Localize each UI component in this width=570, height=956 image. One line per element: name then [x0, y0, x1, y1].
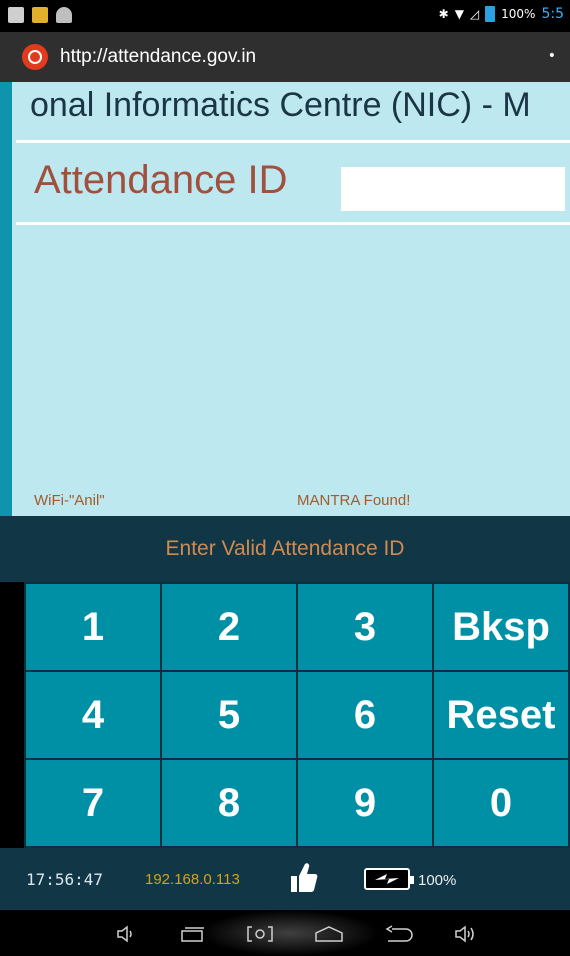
validation-message: Enter Valid Attendance ID: [165, 537, 405, 560]
browser-url-bar[interactable]: http://attendance.gov.in •: [0, 32, 570, 82]
key-3[interactable]: 3: [298, 584, 432, 670]
url-text[interactable]: http://attendance.gov.in: [60, 46, 256, 68]
navigation-bar: [0, 910, 570, 956]
key-7[interactable]: 7: [26, 760, 160, 846]
recent-apps-icon[interactable]: [180, 926, 206, 942]
message-bar: Enter Valid Attendance ID: [0, 516, 570, 582]
attendance-id-label: Attendance ID: [34, 158, 288, 202]
android-icon: [56, 7, 72, 23]
attendance-id-input[interactable]: [341, 167, 565, 211]
key-2[interactable]: 2: [162, 584, 296, 670]
signal-icon: ◿: [469, 7, 480, 21]
key-5[interactable]: 5: [162, 672, 296, 758]
gallery-icon: [8, 7, 24, 23]
bluetooth-icon: ✱: [438, 7, 449, 21]
key-9[interactable]: 9: [298, 760, 432, 846]
left-accent-strip: [0, 82, 12, 516]
notification-icons: [8, 7, 72, 23]
media-icon: [32, 7, 48, 23]
main-content: onal Informatics Centre (NIC) - M Attend…: [0, 82, 570, 516]
scrolling-title: onal Informatics Centre (NIC) - M: [30, 86, 531, 124]
system-icons: ✱ ▼ ◿ 100% 5:5: [439, 6, 564, 22]
clock: 17:56:47: [26, 870, 104, 889]
battery-icon: [485, 6, 496, 22]
back-icon[interactable]: [384, 925, 414, 943]
status-battery-percent: 100%: [501, 7, 536, 21]
browser-menu-icon[interactable]: •: [548, 48, 556, 64]
status-bar: ✱ ▼ ◿ 100% 5:5: [0, 0, 570, 32]
divider-top: [16, 140, 570, 143]
backspace-key[interactable]: Bksp: [434, 584, 568, 670]
reset-key[interactable]: Reset: [434, 672, 568, 758]
device-status: MANTRA Found!: [297, 492, 411, 509]
volume-down-icon[interactable]: [116, 925, 136, 943]
wifi-icon: ▼: [454, 7, 464, 21]
status-time: 5:5: [541, 6, 564, 22]
browser-logo-icon: [22, 44, 48, 70]
key-8[interactable]: 8: [162, 760, 296, 846]
screenshot-icon[interactable]: [246, 925, 274, 943]
key-6[interactable]: 6: [298, 672, 432, 758]
volume-up-icon[interactable]: [454, 925, 478, 943]
thumbs-up-icon: [291, 863, 318, 892]
info-bar: 17:56:47 192.168.0.113 100%: [0, 848, 570, 910]
battery-percent: 100%: [418, 872, 457, 889]
battery-charging-icon: [364, 868, 414, 890]
ip-address: 192.168.0.113: [145, 871, 240, 888]
divider-bottom: [16, 222, 570, 225]
nav-highlight: [200, 910, 380, 956]
key-1[interactable]: 1: [26, 584, 160, 670]
wifi-status: WiFi-"Anil": [34, 492, 105, 509]
home-icon[interactable]: [314, 925, 344, 943]
key-0[interactable]: 0: [434, 760, 568, 846]
key-4[interactable]: 4: [26, 672, 160, 758]
keypad: 1 2 3 Bksp 4 5 6 Reset 7 8 9 0: [24, 582, 570, 848]
